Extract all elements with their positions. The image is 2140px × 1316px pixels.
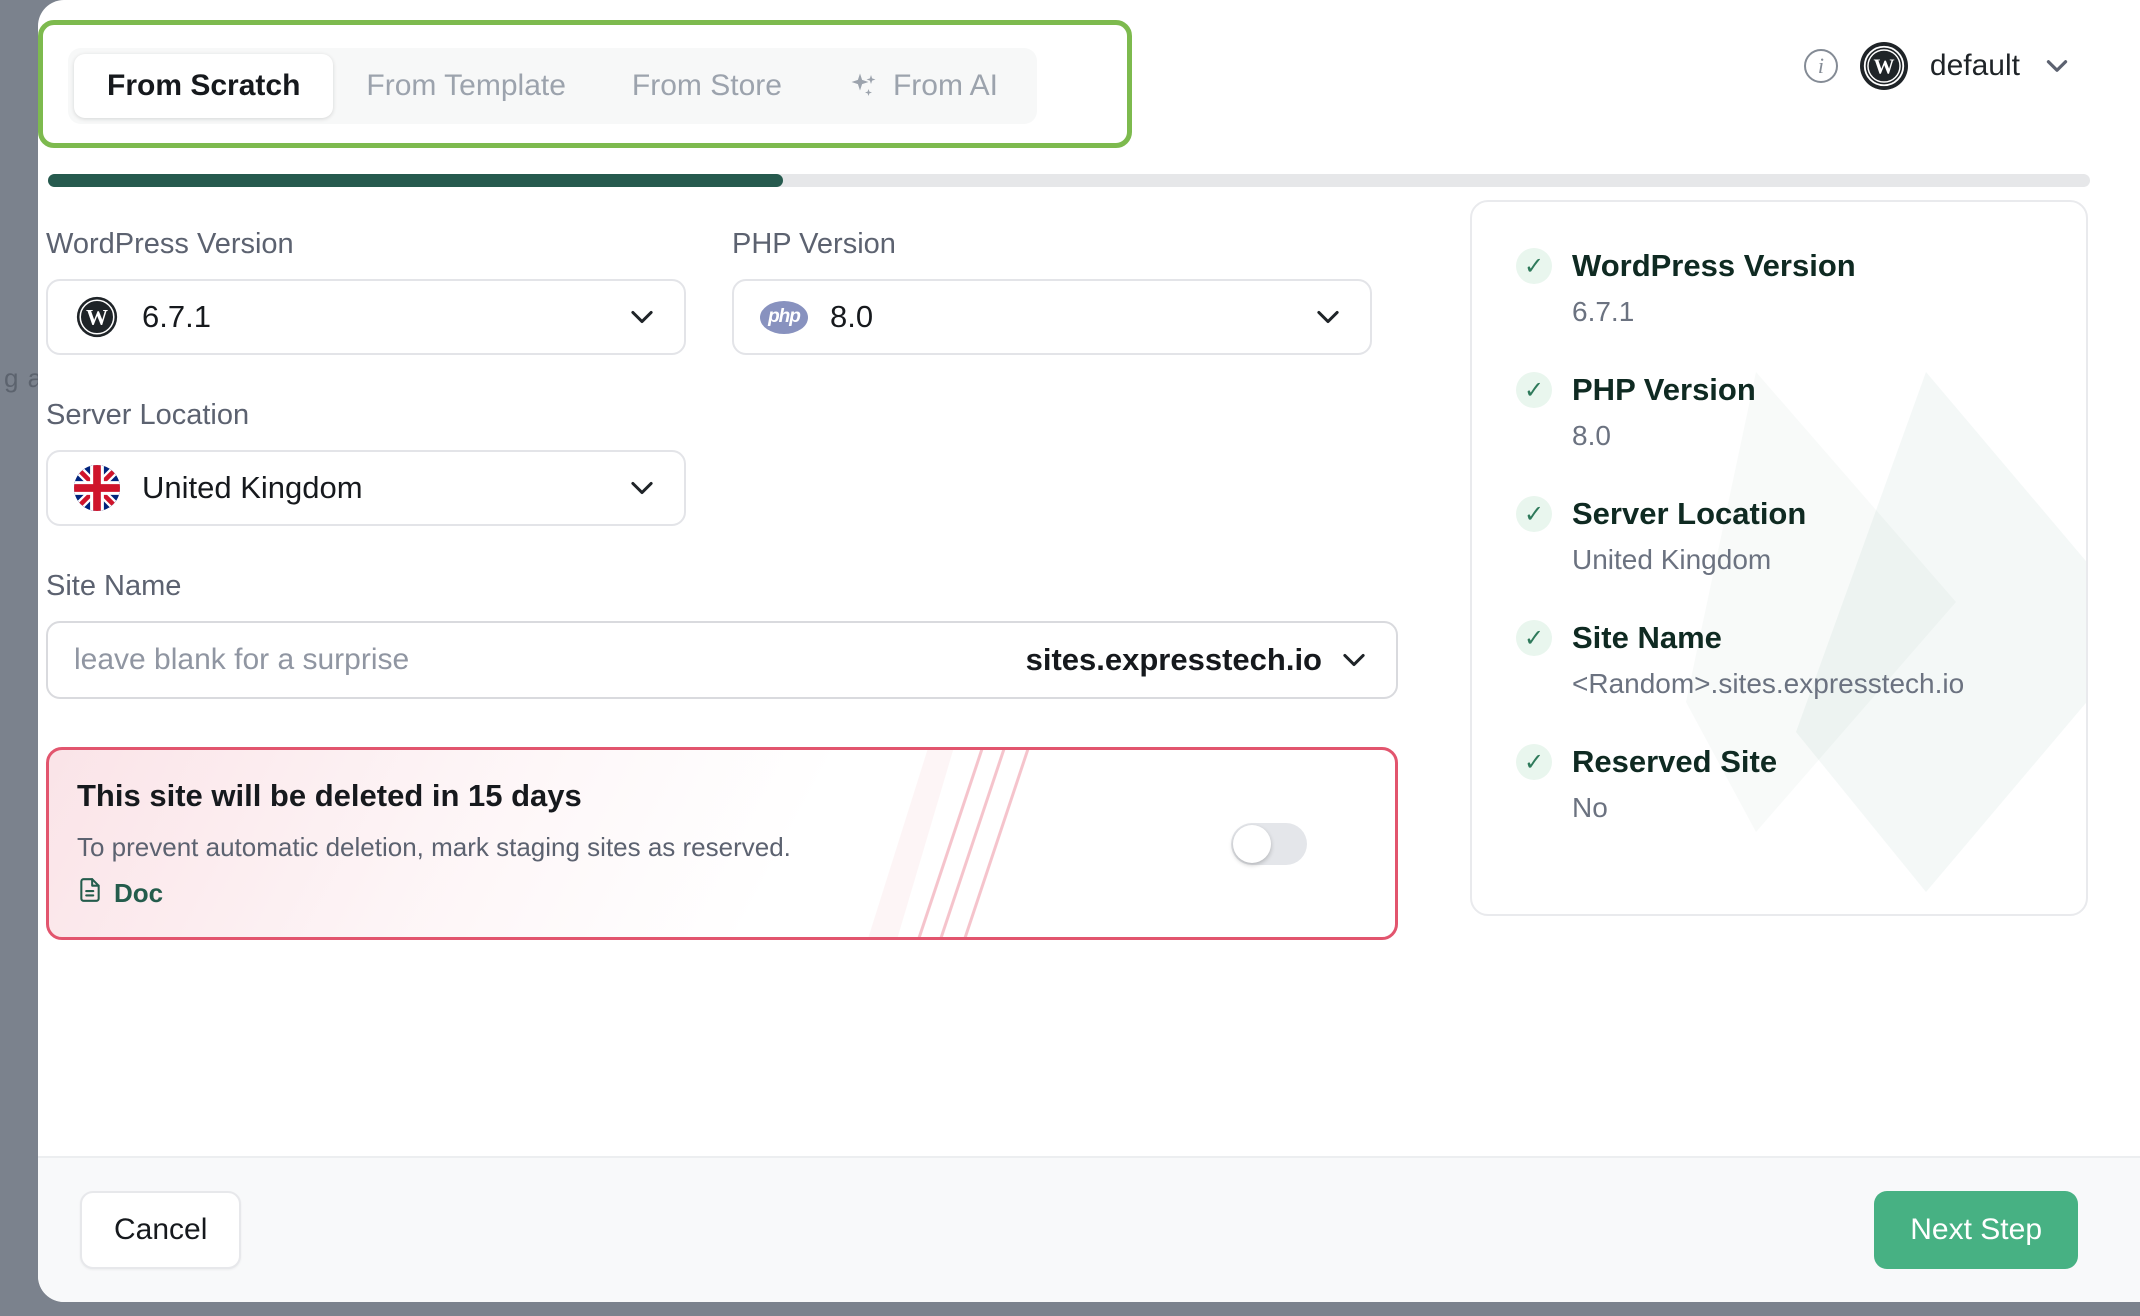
field-wordpress-version: WordPress Version W 6.7.1 <box>46 228 686 355</box>
check-icon: ✓ <box>1516 620 1552 656</box>
field-server-location: Server Location United Kingdom <box>46 399 686 526</box>
tab-from-ai[interactable]: From AI <box>815 54 1031 118</box>
next-step-button[interactable]: Next Step <box>1874 1191 2078 1269</box>
server-location-select[interactable]: United Kingdom <box>46 450 686 526</box>
account-name: default <box>1929 49 2020 82</box>
summary-label: PHP Version <box>1572 372 1756 407</box>
uk-flag-icon <box>74 465 120 511</box>
modal-footer: Cancel Next Step <box>38 1156 2140 1302</box>
wordpress-icon: W <box>1859 42 1908 90</box>
tab-from-template-label: From Template <box>366 69 566 102</box>
server-location-label: Server Location <box>46 399 250 431</box>
chevron-down-icon <box>1312 301 1344 333</box>
toggle-knob <box>1233 824 1271 863</box>
svg-text:W: W <box>1873 54 1894 78</box>
field-php-version: PHP Version php 8.0 <box>732 228 1372 355</box>
warning-title: This site will be deleted in 15 days <box>77 777 582 813</box>
tab-from-store[interactable]: From Store <box>599 54 815 118</box>
modal-body: WordPress Version W 6.7.1 PHP Version ph… <box>38 200 2140 1168</box>
wordpress-icon: W <box>74 294 120 340</box>
check-icon: ✓ <box>1516 496 1552 532</box>
tab-from-ai-label: From AI <box>892 69 998 102</box>
document-icon <box>77 877 103 910</box>
cancel-button[interactable]: Cancel <box>80 1191 242 1269</box>
summary-value: 6.7.1 <box>1572 296 1635 327</box>
field-site-name: Site Name sites.expresstech.io <box>46 570 1398 699</box>
summary-value: 8.0 <box>1572 420 1611 451</box>
domain-suffix-label: sites.expresstech.io <box>1025 642 1322 677</box>
header-right-controls: i W default <box>1803 42 2072 90</box>
progress-fill <box>48 174 784 187</box>
summary-item-site-name: ✓ Site Name <Random>.sites.expresstech.i… <box>1516 620 2086 700</box>
summary-label: Server Location <box>1572 496 1807 531</box>
tab-from-template[interactable]: From Template <box>333 54 599 118</box>
modal-header: From Scratch From Template From Store Fr… <box>38 0 2140 152</box>
php-icon: php <box>760 300 808 334</box>
warning-subtitle: To prevent automatic deletion, mark stag… <box>77 831 791 862</box>
summary-label: WordPress Version <box>1572 248 1856 283</box>
summary-value: <Random>.sites.expresstech.io <box>1572 668 1965 699</box>
reserved-site-toggle[interactable] <box>1231 822 1307 865</box>
site-name-label: Site Name <box>46 570 182 602</box>
check-icon: ✓ <box>1516 372 1552 408</box>
warning-text-block: This site will be deleted in 15 days To … <box>49 778 791 910</box>
site-name-input-wrapper: sites.expresstech.io <box>46 621 1398 699</box>
summary-item-server-location: ✓ Server Location United Kingdom <box>1516 496 2086 576</box>
summary-panel: ✓ WordPress Version 6.7.1 ✓ PHP Version … <box>1470 200 2088 916</box>
chevron-down-icon[interactable] <box>2042 51 2072 81</box>
tab-from-store-label: From Store <box>631 69 782 102</box>
chevron-down-icon <box>626 472 658 504</box>
php-version-select[interactable]: php 8.0 <box>732 279 1372 355</box>
wordpress-version-select[interactable]: W 6.7.1 <box>46 279 686 355</box>
doc-link[interactable]: Doc <box>77 877 163 910</box>
server-location-value: United Kingdom <box>142 470 363 505</box>
php-version-value: 8.0 <box>830 299 874 334</box>
backdrop-bleed-text: g a e - o <box>4 363 38 393</box>
deletion-warning-banner: This site will be deleted in 15 days To … <box>46 747 1398 940</box>
svg-text:W: W <box>86 305 108 330</box>
summary-label: Reserved Site <box>1572 744 1778 779</box>
summary-value: No <box>1572 792 1608 823</box>
source-tabs: From Scratch From Template From Store Fr… <box>68 48 1037 124</box>
summary-value: United Kingdom <box>1572 544 1772 575</box>
php-version-label: PHP Version <box>732 228 896 260</box>
summary-item-reserved-site: ✓ Reserved Site No <box>1516 744 2086 824</box>
progress-track <box>48 174 2090 187</box>
check-icon: ✓ <box>1516 248 1552 284</box>
doc-link-label: Doc <box>114 877 164 908</box>
info-icon[interactable]: i <box>1803 49 1838 83</box>
tab-from-scratch[interactable]: From Scratch <box>74 54 334 118</box>
chevron-down-icon <box>626 301 658 333</box>
create-site-modal: From Scratch From Template From Store Fr… <box>38 0 2140 1302</box>
summary-item-php-version: ✓ PHP Version 8.0 <box>1516 372 2086 452</box>
chevron-down-icon[interactable] <box>1338 644 1370 676</box>
wordpress-version-label: WordPress Version <box>46 228 294 260</box>
decorative-streaks <box>868 750 1030 937</box>
check-icon: ✓ <box>1516 744 1552 780</box>
summary-item-wordpress-version: ✓ WordPress Version 6.7.1 <box>1516 248 2086 328</box>
tab-from-scratch-label: From Scratch <box>107 69 301 102</box>
site-name-input[interactable] <box>74 643 1026 677</box>
wordpress-version-value: 6.7.1 <box>142 299 211 334</box>
sparkles-icon <box>848 70 880 102</box>
site-config-form: WordPress Version W 6.7.1 PHP Version ph… <box>46 228 1436 940</box>
summary-label: Site Name <box>1572 620 1722 655</box>
